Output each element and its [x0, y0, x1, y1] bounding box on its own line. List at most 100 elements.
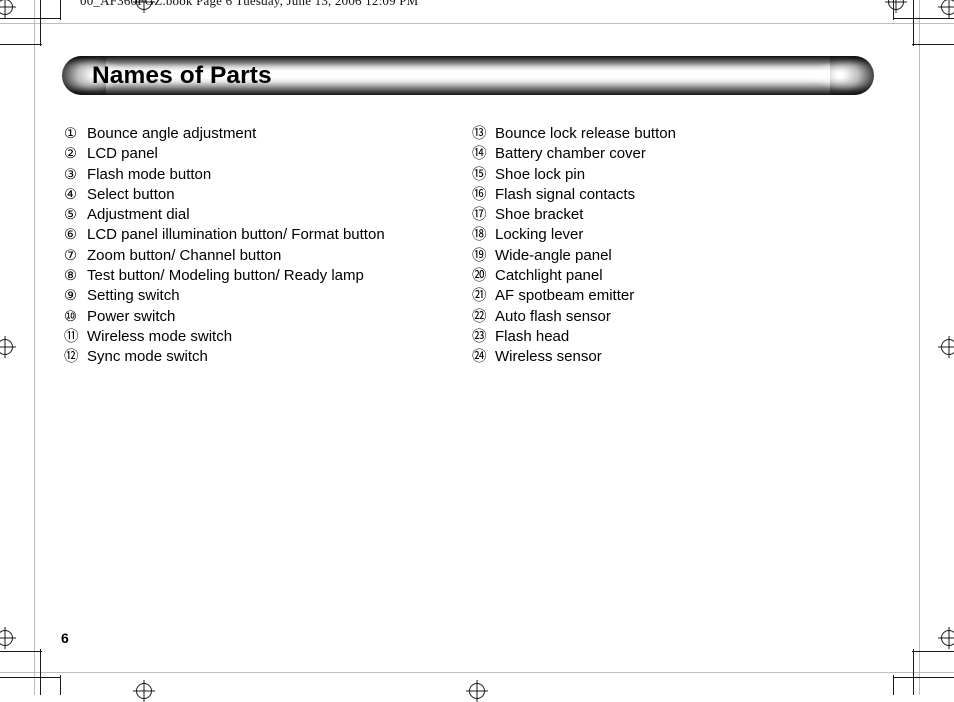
running-header: 00_AF360FGZ.book Page 6 Tuesday, June 13…	[80, 0, 418, 9]
part-label: Select button	[87, 185, 175, 205]
part-list-item: ⑦Zoom button/ Channel button	[64, 246, 464, 266]
part-number-badge: ⑩	[64, 307, 87, 327]
registration-target-icon-right	[938, 336, 954, 358]
page-title: Names of Parts	[92, 56, 272, 95]
part-label: Battery chamber cover	[495, 144, 646, 164]
crop-mark-bottom-right-v2	[893, 675, 894, 695]
crop-mark-bottom-right-v	[913, 649, 914, 695]
part-list-item: ㉑AF spotbeam emitter	[472, 286, 872, 306]
trim-rule-top	[0, 23, 954, 24]
part-list-item: ⑫Sync mode switch	[64, 347, 464, 367]
part-list-item: ③Flash mode button	[64, 165, 464, 185]
registration-target-icon-top-center-right	[885, 0, 907, 13]
part-list-item: ⑰Shoe bracket	[472, 205, 872, 225]
part-number-badge: ㉑	[472, 286, 495, 306]
part-number-badge: ⑮	[472, 165, 495, 185]
part-list-item: ⑳Catchlight panel	[472, 266, 872, 286]
part-number-badge: ③	[64, 165, 87, 185]
part-label: Shoe bracket	[495, 205, 583, 225]
part-number-badge: ⑫	[64, 347, 87, 367]
crop-mark-bottom-left-h	[0, 677, 60, 678]
part-list-item: ⑲Wide-angle panel	[472, 246, 872, 266]
part-number-badge: ⑨	[64, 286, 87, 306]
registration-target-icon-top-right	[938, 0, 954, 18]
part-list-item: ⑯Flash signal contacts	[472, 185, 872, 205]
part-label: Adjustment dial	[87, 205, 190, 225]
part-number-badge: ⑯	[472, 185, 495, 205]
registration-target-icon-bottom-center-left	[133, 680, 155, 702]
crop-mark-bottom-left-h2	[0, 651, 42, 652]
crop-mark-top-right-h	[894, 18, 954, 19]
part-number-badge: ⑬	[472, 124, 495, 144]
part-label: LCD panel	[87, 144, 158, 164]
trim-rule-right	[919, 0, 920, 695]
page-number: 6	[61, 630, 69, 646]
part-number-badge: ⑭	[472, 144, 495, 164]
crop-mark-top-right-h2	[912, 44, 954, 45]
part-number-badge: ㉓	[472, 327, 495, 347]
part-number-badge: ⑥	[64, 225, 87, 245]
part-number-badge: ②	[64, 144, 87, 164]
part-number-badge: ⑳	[472, 266, 495, 286]
registration-target-icon-bottom-center	[466, 680, 488, 702]
part-list-item: ⑱Locking lever	[472, 225, 872, 245]
trim-rule-bottom	[0, 672, 954, 673]
part-label: Bounce angle adjustment	[87, 124, 256, 144]
part-list-item: ⑪Wireless mode switch	[64, 327, 464, 347]
part-label: Catchlight panel	[495, 266, 603, 286]
part-label: Test button/ Modeling button/ Ready lamp	[87, 266, 364, 286]
crop-mark-top-left-h2	[0, 44, 42, 45]
trim-rule-left	[34, 0, 35, 695]
part-number-badge: ⑲	[472, 246, 495, 266]
crop-mark-top-right-v2	[893, 0, 894, 20]
part-number-badge: ⑦	[64, 246, 87, 266]
part-list-item: ㉓Flash head	[472, 327, 872, 347]
part-label: Flash mode button	[87, 165, 211, 185]
part-label: Power switch	[87, 307, 175, 327]
part-list-item: ⑧Test button/ Modeling button/ Ready lam…	[64, 266, 464, 286]
registration-target-icon-left	[0, 336, 16, 358]
part-label: Flash head	[495, 327, 569, 347]
crop-mark-top-left-v2	[60, 0, 61, 20]
part-list-item: ⑮Shoe lock pin	[472, 165, 872, 185]
crop-mark-top-left-h	[0, 18, 60, 19]
part-list-item: ②LCD panel	[64, 144, 464, 164]
part-list-item: ①Bounce angle adjustment	[64, 124, 464, 144]
registration-target-icon-bottom-left	[0, 627, 16, 649]
banner-right-cap-shading	[830, 56, 874, 95]
part-label: Wireless sensor	[495, 347, 602, 367]
part-list-item: ⑭Battery chamber cover	[472, 144, 872, 164]
part-list-item: ⑨Setting switch	[64, 286, 464, 306]
part-list-item: ⑩Power switch	[64, 307, 464, 327]
parts-list-right-column: ⑬Bounce lock release button⑭Battery cham…	[472, 124, 872, 368]
section-title-banner: Names of Parts	[62, 56, 874, 95]
part-label: AF spotbeam emitter	[495, 286, 634, 306]
crop-mark-bottom-right-h2	[912, 651, 954, 652]
part-label: Wide-angle panel	[495, 246, 612, 266]
part-label: Zoom button/ Channel button	[87, 246, 281, 266]
part-number-badge: ㉔	[472, 347, 495, 367]
part-number-badge: ⑰	[472, 205, 495, 225]
part-label: Auto flash sensor	[495, 307, 611, 327]
parts-list-left-column: ①Bounce angle adjustment②LCD panel③Flash…	[64, 124, 464, 368]
part-label: Shoe lock pin	[495, 165, 585, 185]
registration-target-icon-bottom-right	[938, 627, 954, 649]
crop-mark-bottom-right-h	[894, 677, 954, 678]
part-label: LCD panel illumination button/ Format bu…	[87, 225, 385, 245]
part-label: Flash signal contacts	[495, 185, 635, 205]
part-number-badge: ⑧	[64, 266, 87, 286]
crop-mark-bottom-left-v2	[60, 675, 61, 695]
part-number-badge: ④	[64, 185, 87, 205]
part-list-item: ⑥LCD panel illumination button/ Format b…	[64, 225, 464, 245]
part-number-badge: ⑱	[472, 225, 495, 245]
part-list-item: ⑬Bounce lock release button	[472, 124, 872, 144]
part-number-badge: ⑪	[64, 327, 87, 347]
part-number-badge: ㉒	[472, 307, 495, 327]
part-list-item: ⑤Adjustment dial	[64, 205, 464, 225]
crop-mark-top-left-v	[40, 0, 41, 46]
part-label: Wireless mode switch	[87, 327, 232, 347]
registration-target-icon-top-left	[0, 0, 16, 18]
part-number-badge: ⑤	[64, 205, 87, 225]
part-list-item: ㉒Auto flash sensor	[472, 307, 872, 327]
part-label: Setting switch	[87, 286, 180, 306]
